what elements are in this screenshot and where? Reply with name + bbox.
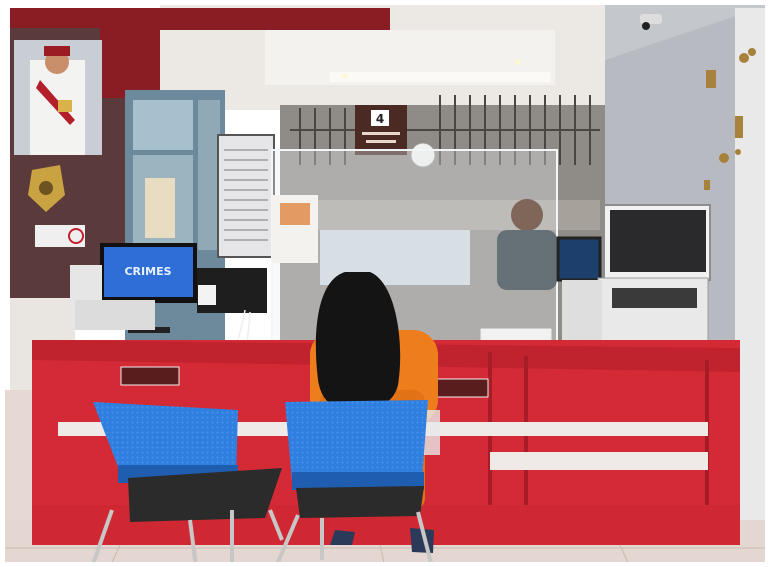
left-upper-red-wall [100, 28, 160, 98]
notice-board [217, 134, 275, 258]
police-station-counter-photo: 4 CRIMES [0, 0, 770, 567]
back-monitor [556, 236, 602, 282]
counter-white-stripe-right [490, 452, 708, 470]
royal-portrait [14, 40, 102, 155]
window-pane [133, 100, 193, 150]
counter-name-plate [431, 378, 489, 398]
document-scanner [597, 204, 711, 349]
top-red-band [10, 8, 390, 30]
counter-sign: 4 [355, 105, 407, 155]
monitor-screen-text: CRIMES [124, 265, 171, 278]
desk-paper [198, 285, 216, 305]
left-desk-device [75, 300, 155, 330]
right-desk-box [562, 280, 602, 342]
counter-number: 4 [376, 112, 384, 126]
ceiling-light-strip [330, 72, 550, 82]
wall-notice [145, 178, 175, 238]
shield-paper-picture [280, 203, 310, 225]
ceiling-spotlight [342, 73, 348, 79]
photo-canvas: 4 CRIMES [0, 0, 770, 567]
counter-name-plate [120, 366, 180, 386]
window-pane [198, 100, 220, 250]
ceiling-spotlight [515, 59, 521, 65]
